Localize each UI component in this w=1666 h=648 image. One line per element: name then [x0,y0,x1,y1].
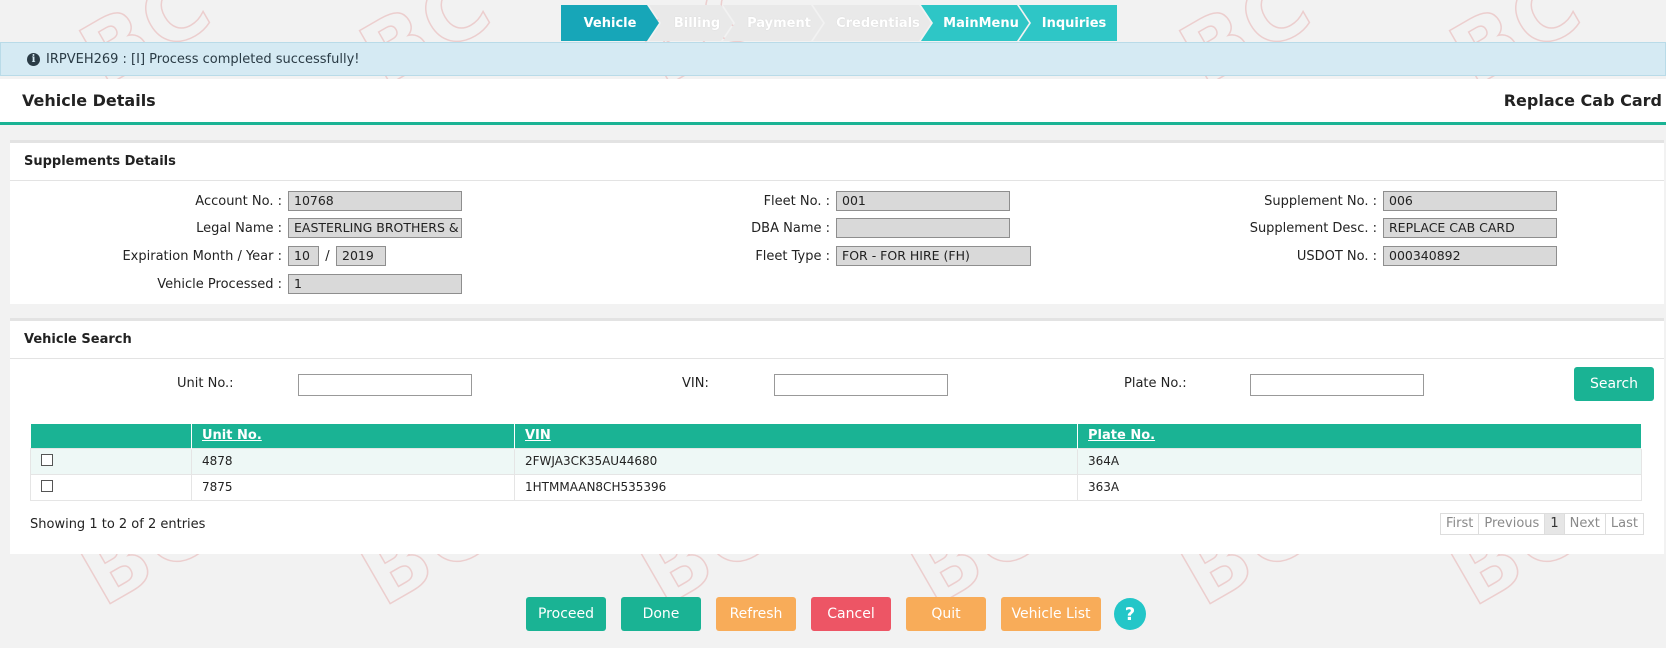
pager-first[interactable]: First [1441,514,1480,534]
page-title: Vehicle Details [22,91,156,110]
unit-no-cell: 7875 [191,473,515,501]
plate-no-label: Plate No.: [1124,376,1187,391]
plate-no-cell: 364A [1077,447,1642,475]
plate-no-input[interactable] [1250,374,1424,396]
step-mainmenu[interactable]: MainMenu [921,5,1029,41]
supplement-no-field: 006 [1383,191,1557,211]
supplement-desc-label: Supplement Desc. : [1249,220,1377,236]
row-checkbox[interactable] [41,453,53,466]
done-button[interactable]: Done [621,597,701,631]
cancel-button[interactable]: Cancel [811,597,891,631]
usdot-field: 000340892 [1383,246,1557,266]
pager-previous[interactable]: Previous [1479,514,1546,534]
table-row[interactable]: 4878 2FWJA3CK35AU44680 364A [30,447,1642,475]
step-payment: Payment [723,5,823,41]
wizard-steps: Vehicle Billing Payment Credentials Main… [561,5,1117,41]
processed-label: Vehicle Processed : [157,276,282,292]
pagination: First Previous 1 Next Last [1440,513,1644,535]
pager-last[interactable]: Last [1606,514,1643,534]
vehicle-table: Unit No. VIN Plate No. 4878 2FWJA3CK35AU… [30,424,1642,501]
column-unit-no[interactable]: Unit No. [191,424,515,448]
unit-no-label: Unit No.: [177,376,234,391]
supplement-no-row: Supplement No. : 006 [10,191,1557,211]
table-row[interactable]: 7875 1HTMMAAN8CH535396 363A [30,473,1642,501]
plate-no-cell: 363A [1077,473,1642,501]
step-inquiries[interactable]: Inquiries [1019,5,1117,41]
table-info: Showing 1 to 2 of 2 entries [30,517,206,532]
supplements-heading: Supplements Details [10,143,1664,181]
usdot-row: USDOT No. : 000340892 [10,246,1557,266]
column-plate-no[interactable]: Plate No. [1077,424,1642,448]
unit-no-cell: 4878 [191,447,515,475]
processed-row: Vehicle Processed : 1 [10,274,462,294]
row-checkbox[interactable] [41,479,53,492]
vin-input[interactable] [774,374,948,396]
supplements-panel: Supplements Details Account No. : 10768 … [10,140,1664,304]
processed-field: 1 [288,274,462,294]
vehicle-search-heading: Vehicle Search [10,321,1664,359]
usdot-label: USDOT No. : [1296,248,1377,264]
pager-current[interactable]: 1 [1545,514,1565,534]
vehicle-list-button[interactable]: Vehicle List [1001,597,1101,631]
step-billing: Billing [649,5,733,41]
row-checkbox-cell [30,447,192,475]
refresh-button[interactable]: Refresh [716,597,796,631]
search-button[interactable]: Search [1574,367,1654,401]
vin-cell: 1HTMMAAN8CH535396 [514,473,1078,501]
supplement-desc-row: Supplement Desc. : REPLACE CAB CARD [10,218,1557,238]
step-vehicle[interactable]: Vehicle [561,5,659,41]
help-icon[interactable]: ? [1114,598,1146,630]
success-alert: i IRPVEH269 : [I] Process completed succ… [0,42,1666,76]
alert-message: IRPVEH269 : [I] Process completed succes… [46,51,360,67]
supplement-no-label: Supplement No. : [1264,193,1377,209]
quit-button[interactable]: Quit [906,597,986,631]
page-header: Vehicle Details Replace Cab Card [0,79,1666,125]
info-icon: i [27,52,40,66]
column-select [30,424,192,448]
vehicle-search-panel: Vehicle Search Unit No.: VIN: Plate No.:… [10,318,1664,554]
proceed-button[interactable]: Proceed [526,597,606,631]
supplement-desc-field: REPLACE CAB CARD [1383,218,1557,238]
column-vin[interactable]: VIN [514,424,1078,448]
row-checkbox-cell [30,473,192,501]
pager-next[interactable]: Next [1565,514,1606,534]
vin-label: VIN: [682,376,709,391]
transaction-title: Replace Cab Card [1503,91,1662,110]
unit-no-input[interactable] [298,374,472,396]
step-credentials: Credentials [813,5,931,41]
vin-cell: 2FWJA3CK35AU44680 [514,447,1078,475]
